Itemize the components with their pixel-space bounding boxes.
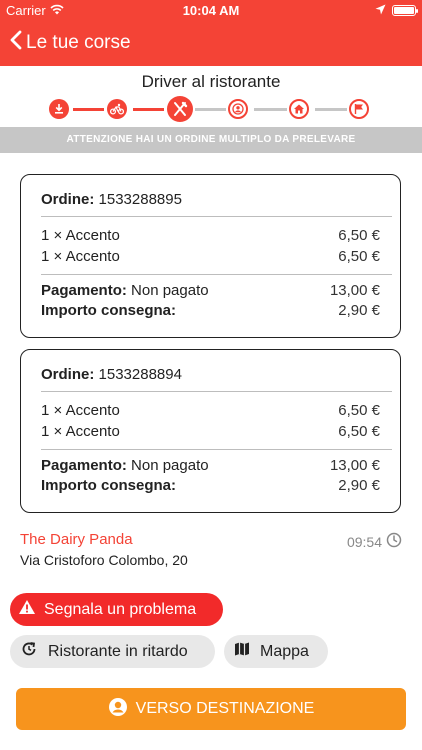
status-bar: Carrier 10:04 AM — [0, 0, 422, 22]
payment-row: Pagamento: Non pagato 13,00 € — [41, 457, 380, 474]
refresh-clock-icon — [20, 640, 38, 663]
clock-icon — [386, 532, 402, 551]
bike-icon — [107, 99, 127, 119]
stepper-line — [133, 108, 164, 111]
order-number-value: 1533288895 — [98, 191, 182, 208]
status-right — [375, 3, 418, 18]
list-item: 1 × Accento 6,50 € — [41, 248, 380, 265]
item-price: 6,50 € — [338, 423, 380, 440]
item-price: 6,50 € — [338, 227, 380, 244]
stepper-line — [315, 108, 347, 111]
status-time: 10:04 AM — [182, 3, 240, 18]
delivery-amount: 2,90 € — [338, 477, 380, 494]
item-name: 1 × Accento — [41, 227, 120, 244]
payment-label: Pagamento: — [41, 282, 127, 299]
stepper-line — [195, 108, 226, 111]
divider — [41, 216, 392, 217]
progress-stepper — [49, 96, 375, 122]
list-item: 1 × Accento 6,50 € — [41, 227, 380, 244]
divider — [41, 449, 392, 450]
warning-icon — [18, 599, 36, 620]
divider — [41, 391, 392, 392]
list-item: 1 × Accento 6,50 € — [41, 423, 380, 440]
home-icon — [289, 99, 309, 119]
order-number: Ordine: 1533288895 — [41, 191, 182, 208]
item-name: 1 × Accento — [41, 248, 120, 265]
delivery-amount: 2,90 € — [338, 302, 380, 319]
user-pin-icon — [228, 99, 248, 119]
map-button[interactable]: Mappa — [224, 635, 328, 668]
list-item: 1 × Accento 6,50 € — [41, 402, 380, 419]
order-number-value: 1533288894 — [98, 366, 182, 383]
map-label: Mappa — [260, 642, 309, 660]
payment-status: Non pagato — [131, 282, 209, 299]
divider — [41, 274, 392, 275]
report-problem-button[interactable]: Segnala un problema — [10, 593, 223, 626]
restaurant-name: The Dairy Panda — [20, 531, 133, 548]
download-icon — [49, 99, 69, 119]
delivery-label: Importo consegna: — [41, 302, 177, 319]
order-card: Ordine: 1533288895 1 × Accento 6,50 € 1 ×… — [20, 174, 401, 338]
go-to-destination-button[interactable]: VERSO DESTINAZIONE — [16, 688, 406, 730]
pickup-time-value: 09:54 — [346, 533, 382, 550]
map-icon — [234, 641, 250, 662]
order-label: Ordine: — [41, 366, 95, 383]
item-price: 6,50 € — [338, 402, 380, 419]
order-card: Ordine: 1533288894 1 × Accento 6,50 € 1 ×… — [20, 349, 401, 513]
battery-icon — [392, 5, 418, 16]
back-label: Le tue corse — [26, 32, 131, 53]
page-title: Driver al ristorante — [141, 72, 281, 91]
item-name: 1 × Accento — [41, 423, 120, 440]
payment-amount: 13,00 € — [329, 457, 380, 474]
navigation-bar: Le tue corse — [0, 22, 422, 66]
payment-row: Pagamento: Non pagato 13,00 € — [41, 282, 380, 299]
delivery-row: Importo consegna: 2,90 € — [41, 302, 380, 319]
order-label: Ordine: — [41, 191, 95, 208]
payment-label: Pagamento: — [41, 457, 127, 474]
location-arrow-icon — [375, 3, 386, 18]
delivery-label: Importo consegna: — [41, 477, 177, 494]
report-problem-label: Segnala un problema — [44, 600, 197, 618]
back-button[interactable]: Le tue corse — [10, 30, 131, 56]
user-circle-icon — [108, 697, 128, 722]
item-price: 6,50 € — [338, 248, 380, 265]
restaurant-delay-label: Ristorante in ritardo — [48, 642, 188, 660]
item-name: 1 × Accento — [41, 402, 120, 419]
pickup-time: 09:54 — [347, 532, 402, 551]
payment-status: Non pagato — [131, 457, 209, 474]
restaurant-address: Via Cristoforo Colombo, 20 — [20, 552, 188, 568]
restaurant-delay-button[interactable]: Ristorante in ritardo — [10, 635, 215, 668]
chevron-left-icon — [10, 30, 22, 56]
flag-icon — [349, 99, 369, 119]
payment-amount: 13,00 € — [329, 282, 380, 299]
cutlery-icon — [167, 96, 193, 122]
go-to-destination-label: VERSO DESTINAZIONE — [135, 700, 315, 717]
stepper-line — [254, 108, 287, 111]
stepper-line — [73, 108, 104, 111]
multiple-order-banner: ATTENZIONE HAI UN ORDINE MULTIPLO DA PRE… — [0, 127, 422, 153]
order-number: Ordine: 1533288894 — [41, 366, 182, 383]
delivery-row: Importo consegna: 2,90 € — [41, 477, 380, 494]
